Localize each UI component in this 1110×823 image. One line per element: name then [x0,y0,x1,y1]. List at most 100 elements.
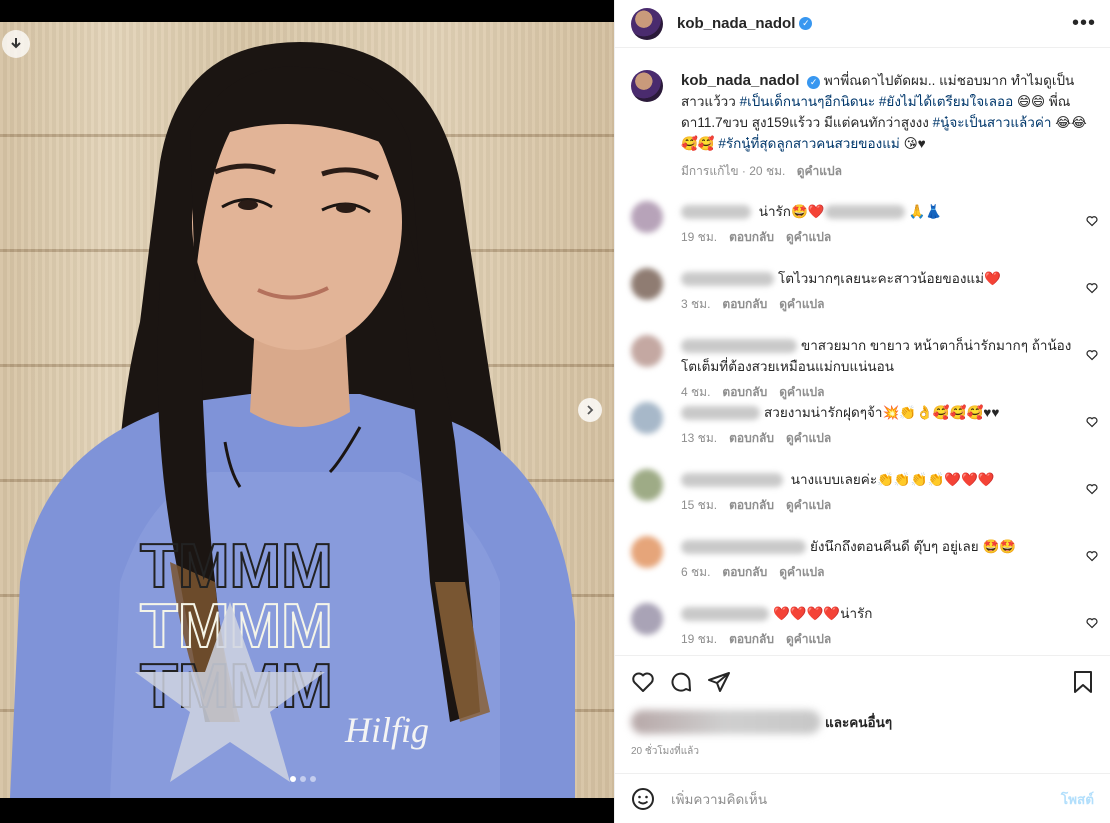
translate-link[interactable]: ดูคำแปล [786,431,831,445]
comment-composer: เพิ่มความคิดเห็น โพสต์ [615,773,1110,823]
comment-time: 19 ชม. [681,230,718,244]
reply-button[interactable]: ตอบกลับ [729,632,774,646]
carousel-indicator [290,776,316,782]
carousel-dot [300,776,306,782]
comment-row: โตไวมากๆเลยนะคะสาวน้อยของแม่❤️ 3 ชม. ตอบกล… [615,258,1110,325]
download-icon [11,38,21,49]
emoji-icon[interactable] [631,787,655,811]
comment-body: ❤️❤️❤️❤️น่ารัก [773,606,873,621]
reply-button[interactable]: ตอบกลับ [722,565,767,579]
commenter-username[interactable] [681,607,769,622]
avatar[interactable] [631,335,663,367]
next-image-button[interactable] [578,398,602,422]
reply-button[interactable]: ตอบกลับ [729,431,774,445]
comment-time: 19 ชม. [681,632,718,646]
hashtag[interactable]: #นู๋จะเป็นสาวแล้วค่า [933,115,1052,130]
translate-link[interactable]: ดูคำแปล [786,632,831,646]
heart-icon[interactable] [1086,483,1098,495]
comments-scroll[interactable]: kob_nada_nadol ✓ พาพี่ณดาไปตัดผม.. แม่ชอ… [615,48,1110,655]
comment-row: นางแบบเลยค่ะ👏👏👏👏❤️❤️❤️ 15 ชม. ตอบกลับ ดูคำแ… [615,459,1110,526]
heart-icon[interactable] [1086,282,1098,294]
more-icon[interactable]: ••• [1072,12,1096,35]
comment-body: สวยงามน่ารักฝุดๆจ้า💥👏👌🥰🥰🥰♥♥ [764,405,1000,420]
post-panel: kob_nada_nadol ✓ ••• kob_nada_nadol ✓ พา… [614,0,1110,823]
comment-meta: 19 ชม. ตอบกลับ ดูคำแปล [681,630,1072,649]
commenter-username[interactable] [681,339,797,354]
bookmark-icon[interactable] [1072,670,1094,694]
comment-meta: 13 ชม. ตอบกลับ ดูคำแปล [681,429,1072,448]
hashtag[interactable]: #เป็นเด็กนานๆอีกนิดนะ [740,94,876,109]
comment-row: ❤️❤️❤️❤️น่ารัก 19 ชม. ตอบกลับ ดูคำแปล [615,593,1110,655]
avatar[interactable] [631,469,663,501]
carousel-dot [310,776,316,782]
reply-button[interactable]: ตอบกลับ [722,297,767,311]
heart-icon[interactable] [1086,349,1098,361]
liker-avatars [631,710,821,734]
comment-text: ยังนึกถึงตอนคีนดี ตุ๊บๆ อยู่เลย 🤩🤩 [681,536,1072,557]
caption-username[interactable]: kob_nada_nadol [681,72,799,89]
comment-input[interactable]: เพิ่มความคิดเห็น [671,788,1061,810]
avatar[interactable] [631,7,663,40]
comment-row: ขาสวยมาก ขายาว หน้าตาก็น่ารักมากๆ ถ้าน้อ… [615,325,1110,399]
verified-icon: ✓ [799,17,813,30]
comment-tail: 🙏👗 [908,204,943,219]
media-area: TMMM TMMM TMMM Hilfig [0,0,614,823]
header-username[interactable]: kob_nada_nadol [677,15,795,32]
portrait-illustration: TMMM TMMM TMMM Hilfig [10,42,575,798]
comment-body: นางแบบเลยค่ะ👏👏👏👏❤️❤️❤️ [787,472,995,487]
translate-link[interactable]: ดูคำแปล [786,498,831,512]
translate-link[interactable]: ดูคำแปล [779,565,824,579]
avatar[interactable] [631,402,663,434]
translate-link[interactable]: ดูคำแปล [786,230,831,244]
heart-icon[interactable] [1086,215,1098,227]
comment-text: ขาสวยมาก ขายาว หน้าตาก็น่ารักมากๆ ถ้าน้อ… [681,335,1072,377]
svg-text:TMMM: TMMM [140,532,333,601]
heart-icon[interactable] [1086,617,1098,629]
comment-body: ยังนึกถึงตอนคีนดี ตุ๊บๆ อยู่เลย 🤩🤩 [810,539,1017,554]
commenter-username[interactable] [681,272,774,287]
commenter-username[interactable] [681,406,760,421]
verified-icon: ✓ [807,76,821,89]
reply-button[interactable]: ตอบกลับ [729,230,774,244]
heart-icon[interactable] [1086,550,1098,562]
caption-text: kob_nada_nadol ✓ พาพี่ณดาไปตัดผม.. แม่ชอ… [681,70,1094,154]
commenter-username[interactable] [681,473,783,488]
comment-meta: 3 ชม. ตอบกลับ ดูคำแปล [681,295,1072,314]
post-button[interactable]: โพสต์ [1061,788,1094,810]
translate-link[interactable]: ดูคำแปล [779,297,824,311]
post-viewer: TMMM TMMM TMMM Hilfig kob_nada_nadol ✓ •… [0,0,1110,823]
hashtag[interactable]: #ยังไม่ได้เตรียมใจเลออ [879,94,1013,109]
translate-link[interactable]: ดูคำแปล [797,164,842,178]
heart-icon[interactable] [631,670,655,694]
comment-time: 15 ชม. [681,498,718,512]
caption-body: 😘♥ [899,136,926,151]
avatar[interactable] [631,268,663,300]
comment-list: น่ารัก🤩❤️ 🙏👗 19 ชม. ตอบกลับ ดูคำแปล โตไวมากๆเ… [615,191,1110,655]
reply-button[interactable]: ตอบกลับ [729,498,774,512]
comment-time: 13 ชม. [681,431,718,445]
commenter-username[interactable] [681,540,806,555]
mention[interactable] [824,205,905,220]
comment-row: สวยงามน่ารักฝุดๆจ้า💥👏👌🥰🥰🥰♥♥ 13 ชม. ตอบกลับ… [615,392,1110,459]
post-photo[interactable]: TMMM TMMM TMMM Hilfig [0,22,614,798]
hashtag[interactable]: #รักนู๋ที่สุดลูกสาวคนสวยของแม่ [718,136,899,151]
comment-icon[interactable] [669,670,693,694]
svg-text:Hilfig: Hilfig [344,710,429,750]
avatar[interactable] [631,536,663,568]
caption: kob_nada_nadol ✓ พาพี่ณดาไปตัดผม.. แม่ชอ… [615,48,1110,191]
commenter-username[interactable] [681,205,751,220]
avatar[interactable] [631,201,663,233]
comment-time: 6 ชม. [681,565,711,579]
comment-text: สวยงามน่ารักฝุดๆจ้า💥👏👌🥰🥰🥰♥♥ [681,402,1072,423]
share-icon[interactable] [707,670,731,694]
avatar[interactable] [631,603,663,635]
heart-icon[interactable] [1086,416,1098,428]
likes-line[interactable]: และคนอื่นๆ [631,710,1094,734]
caption-meta: มีการแก้ไข · 20 ชม. ดูคำแปล [681,162,1094,181]
posted-time: 20 ชั่วโมงที่แล้ว [631,746,699,757]
avatar[interactable] [631,70,663,102]
next-arrow-icon [587,405,594,415]
download-button[interactable] [2,30,30,58]
likes-others[interactable]: และคนอื่นๆ [825,711,892,733]
comment-meta: 19 ชม. ตอบกลับ ดูคำแปล [681,228,1072,247]
